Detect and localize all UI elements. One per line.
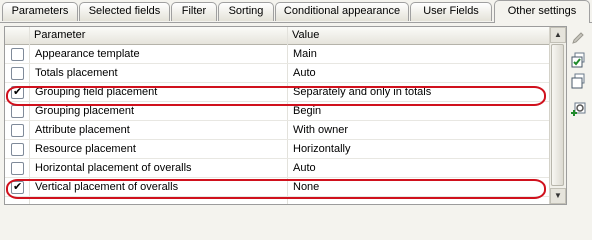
table-header: Parameter Value (5, 27, 549, 45)
parameter-cell: Appearance template (35, 48, 140, 60)
value-cell[interactable]: Main (293, 45, 547, 63)
add-settings-icon[interactable] (570, 101, 586, 117)
scroll-thumb[interactable] (551, 44, 564, 186)
row-checkbox[interactable] (11, 105, 24, 118)
table-row[interactable]: Resource placement Horizontally (5, 140, 549, 159)
row-checkbox[interactable] (11, 48, 24, 61)
tab-sorting[interactable]: Sorting (218, 2, 274, 21)
table-row[interactable]: Totals placement Auto (5, 64, 549, 83)
parameter-cell: Resource placement (35, 143, 136, 155)
row-checkbox[interactable] (11, 143, 24, 156)
row-checkbox[interactable] (11, 124, 24, 137)
scroll-down-button[interactable]: ▼ (550, 188, 566, 204)
tab-user-fields[interactable]: User Fields (410, 2, 492, 21)
parameter-cell: Horizontal placement of overalls (35, 162, 192, 174)
tab-selected-fields[interactable]: Selected fields (79, 2, 170, 21)
table-row[interactable]: Horizontal placement of overalls Auto (5, 159, 549, 178)
vertical-scrollbar[interactable]: ▲ ▼ (549, 27, 566, 204)
pencil-icon[interactable] (570, 30, 586, 46)
table-row[interactable]: Appearance template Main (5, 45, 549, 64)
row-checkbox[interactable] (11, 162, 24, 175)
tab-bar: Parameters Selected fields Filter Sortin… (0, 0, 592, 23)
tab-other-settings[interactable]: Other settings (494, 0, 590, 23)
highlight-outline-grouping-field (6, 86, 546, 106)
header-value[interactable]: Value (288, 27, 549, 44)
check-all-icon[interactable] (570, 52, 586, 68)
parameter-cell: Totals placement (35, 67, 118, 79)
scroll-up-button[interactable]: ▲ (550, 27, 566, 43)
parameter-cell: Attribute placement (35, 124, 130, 136)
uncheck-all-icon[interactable] (570, 73, 586, 89)
value-cell[interactable]: Horizontally (293, 140, 547, 158)
table-row[interactable]: Attribute placement With owner (5, 121, 549, 140)
tab-conditional-appearance[interactable]: Conditional appearance (275, 2, 409, 21)
highlight-outline-vertical-overalls (6, 179, 546, 199)
value-cell[interactable]: Auto (293, 159, 547, 177)
row-checkbox[interactable] (11, 67, 24, 80)
value-cell[interactable]: Auto (293, 64, 547, 82)
value-cell[interactable]: With owner (293, 121, 547, 139)
header-parameter[interactable]: Parameter (30, 27, 288, 44)
tab-filter[interactable]: Filter (171, 2, 217, 21)
header-checkbox-column (5, 27, 30, 44)
tab-parameters[interactable]: Parameters (2, 2, 78, 21)
